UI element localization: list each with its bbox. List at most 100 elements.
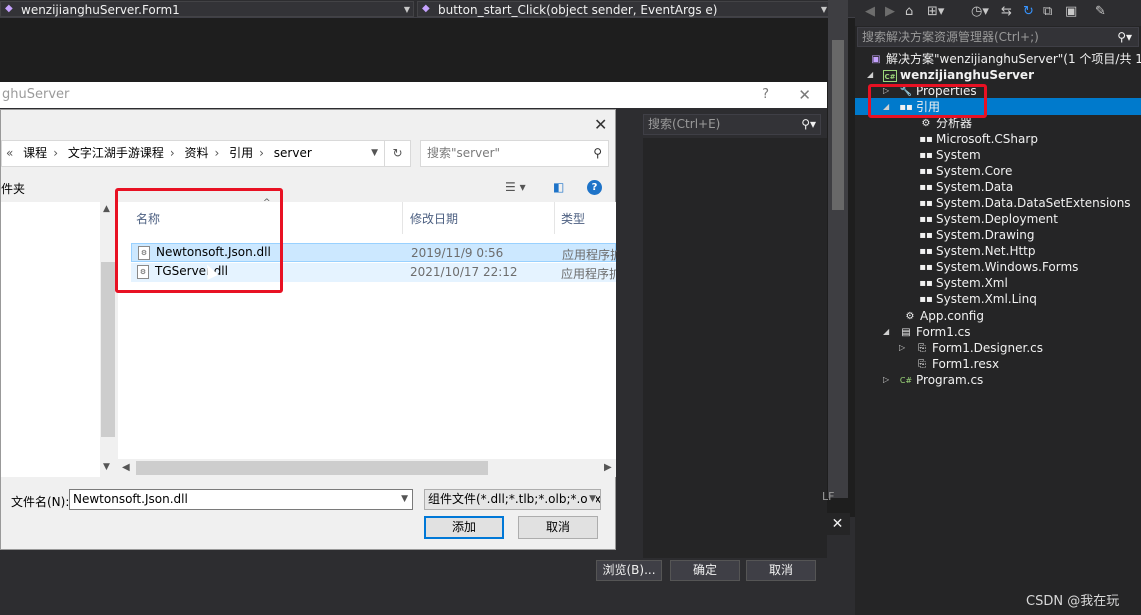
assembly-icon: ▪▪ [919,261,933,273]
filename-label: 文件名(N): [11,495,70,509]
column-header-date[interactable]: 修改日期 [410,210,458,227]
expanded-arrow-icon[interactable]: ◢ [883,324,893,340]
form1-resx-node[interactable]: ⎘ Form1.resx [915,356,999,372]
chevron-down-icon[interactable]: ▼ [103,462,110,472]
member-selector-dropdown[interactable]: ◆ button_start_Click(object sender, Even… [417,1,831,17]
analyzer-icon: ⚙ [921,117,931,129]
expanded-arrow-icon[interactable]: ◢ [867,67,877,83]
breadcrumb-item[interactable]: 资料 [184,146,208,160]
add-button[interactable]: 添加 [424,516,504,539]
solution-icon: ▣ [871,53,881,65]
assembly-icon: ▪▪ [919,245,933,257]
scroll-thumb[interactable] [832,40,844,210]
assembly-icon: ▪▪ [919,277,933,289]
chevron-down-icon[interactable]: ▼ [401,490,408,509]
column-header-type[interactable]: 类型 [561,210,585,227]
sync-icon[interactable]: ⇆ [1001,4,1012,19]
solution-explorer-toolbar: ◀ ▶ ⌂ ⊞▾ ◷▾ ⇆ ↻ ⧉ ▣ ✎ [855,0,1141,26]
collapse-all-icon[interactable]: ⧉ [1043,4,1052,19]
reference-item[interactable]: ▪▪ System.Data [919,179,1013,195]
class-selector-dropdown[interactable]: ◆ wenzijianghuServer.Form1 ▼ [0,1,414,17]
preview-pane-icon[interactable]: ◧ [553,180,564,194]
reference-item[interactable]: ▪▪ System.Drawing [919,227,1034,243]
config-file-icon: ⚙ [905,310,915,322]
collapsed-arrow-icon[interactable]: ▷ [899,340,909,356]
close-icon[interactable]: ✕ [594,115,607,134]
navigation-pane[interactable] [1,202,116,477]
csharp-project-icon: C# [883,69,897,82]
editor-vertical-scrollbar[interactable] [828,0,848,498]
close-icon[interactable]: ✕ [825,513,850,535]
file-list-horizontal-scrollbar[interactable]: ◀ ▶ [118,459,616,477]
reference-search-input[interactable]: 搜索(Ctrl+E) ⚲▾ [643,114,821,135]
search-icon: ⚲▾ [1117,30,1132,44]
refresh-icon[interactable]: ↻ [384,141,410,166]
close-icon[interactable]: ✕ [798,82,811,108]
chevron-left-icon[interactable]: ◀ [122,459,130,477]
reference-item[interactable]: ▪▪ System [919,147,981,163]
browse-button[interactable]: 浏览(B)... [596,560,662,581]
assembly-icon: ▪▪ [919,293,933,305]
reference-item[interactable]: ▪▪ System.Net.Http [919,243,1035,259]
ok-button[interactable]: 确定 [670,560,740,581]
method-icon: ◆ [422,3,430,14]
show-all-files-icon[interactable]: ▣ [1065,4,1077,19]
reference-item[interactable]: ▪▪ System.Windows.Forms [919,259,1078,275]
chevron-up-icon[interactable]: ▲ [103,204,110,214]
collapsed-arrow-icon[interactable]: ▷ [883,372,893,388]
chevron-down-icon: ▼ [403,5,410,14]
breadcrumb-item[interactable]: server [274,146,312,160]
history-icon[interactable]: ◷▾ [971,4,989,19]
dialog-title: ghuServer [2,87,70,102]
solution-node[interactable]: ▣ 解决方案"wenzijianghuServer"(1 个项目/共 1 个) [869,51,1141,67]
assembly-icon: ▪▪ [919,213,933,225]
reference-item[interactable]: ▪▪ System.Data.DataSetExtensions [919,195,1130,211]
reference-item[interactable]: ▪▪ Microsoft.CSharp [919,131,1038,147]
assembly-icon: ▪▪ [919,133,933,145]
form1-node[interactable]: ◢ ▤ Form1.cs [883,324,971,340]
solution-search-input[interactable]: 搜索解决方案资源管理器(Ctrl+;) ⚲▾ [857,27,1139,47]
project-node[interactable]: ◢ C# wenzijianghuServer [867,67,1034,83]
highlight-box [868,84,987,118]
refresh-icon[interactable]: ↻ [1023,4,1034,19]
breadcrumb-item[interactable]: 引用 [229,146,253,160]
switch-views-icon[interactable]: ⊞▾ [927,4,944,19]
editor-navigation-bar: ◆ wenzijianghuServer.Form1 ▼ ◆ button_st… [0,0,855,18]
form1-designer-node[interactable]: ▷ ⎘ Form1.Designer.cs [899,340,1043,356]
home-icon[interactable]: ⌂ [905,4,913,19]
assembly-icon: ▪▪ [919,197,933,209]
new-folder-button[interactable]: 件夹 [1,180,25,197]
folder-search-input[interactable]: 搜索"server" ⚲ [420,140,609,167]
assembly-icon: ▪▪ [919,149,933,161]
breadcrumb-item[interactable]: 文字江湖手游课程 [68,146,164,160]
assembly-icon: ▪▪ [919,181,933,193]
address-bar[interactable]: « 课程 › 文字江湖手游课程 › 资料 › 引用 › server ▼ ↻ [1,140,411,167]
back-icon[interactable]: ◀ [865,4,875,19]
file-type-select[interactable]: 组件文件(*.dll;*.tlb;*.olb;*.ocx;* ▼ [424,489,601,510]
breadcrumb-item[interactable]: 课程 [23,146,47,160]
chevron-right-icon[interactable]: ▶ [604,459,612,477]
form-icon: ▤ [901,326,911,338]
view-options-icon[interactable]: ☰ ▾ [505,180,526,194]
cancel-button[interactable]: 取消 [518,516,598,539]
help-icon[interactable]: ? [762,82,769,108]
help-icon[interactable]: ? [587,180,602,195]
navigation-pane-scrollbar[interactable]: ▲ ▼ [100,202,116,477]
cancel-button[interactable]: 取消 [746,560,816,581]
properties-icon[interactable]: ✎ [1095,4,1106,19]
reference-item[interactable]: ▪▪ System.Deployment [919,211,1058,227]
csharp-file-icon: C# [899,375,913,385]
reference-item[interactable]: ▪▪ System.Xml.Linq [919,291,1037,307]
reference-details-pane [643,138,827,558]
reference-item[interactable]: ▪▪ System.Core [919,163,1012,179]
resource-file-icon: ⎘ [918,358,926,370]
filename-input[interactable]: Newtonsoft.Json.dll ▼ [69,489,413,510]
forward-icon[interactable]: ▶ [885,4,895,19]
chevron-down-icon[interactable]: ▼ [371,141,378,166]
scroll-thumb[interactable] [101,262,115,437]
app-config-node[interactable]: ⚙ App.config [903,308,984,324]
scroll-thumb[interactable] [136,461,488,475]
line-ending-indicator: LF [822,490,835,503]
program-node[interactable]: ▷ C# Program.cs [883,372,983,388]
reference-item[interactable]: ▪▪ System.Xml [919,275,1008,291]
